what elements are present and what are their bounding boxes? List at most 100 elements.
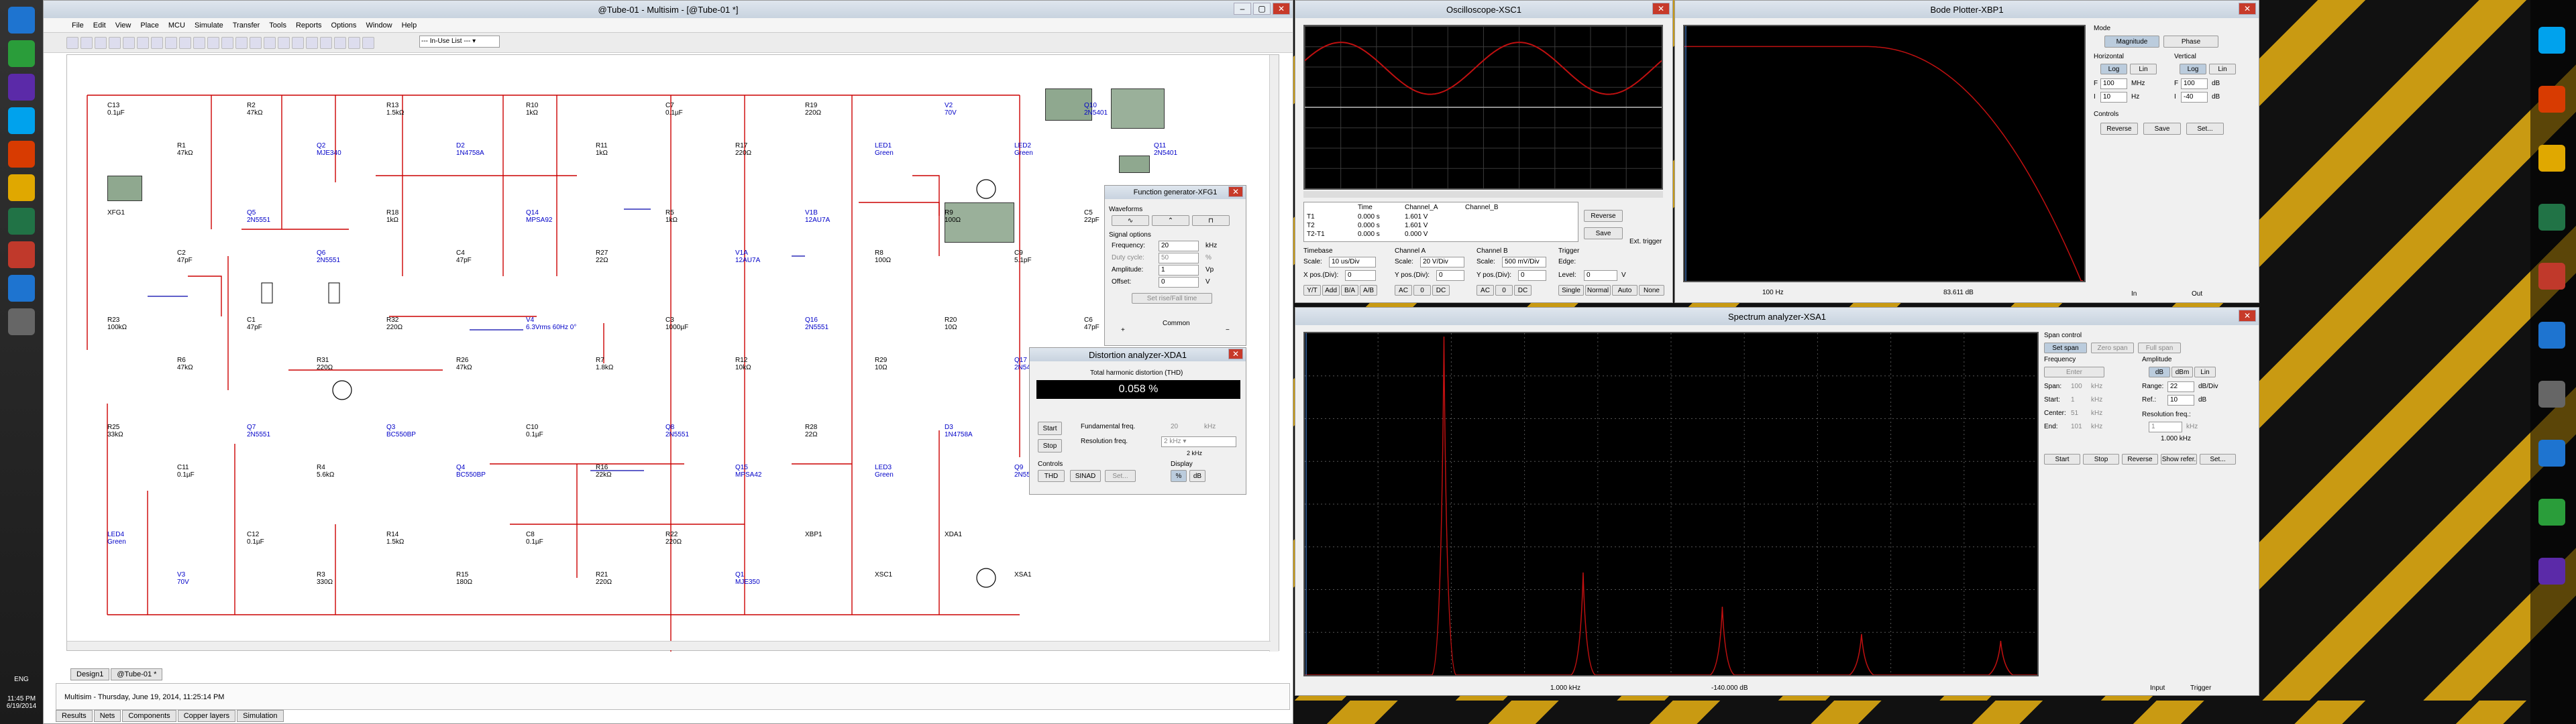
bottom-tab[interactable]: Copper layers bbox=[177, 710, 236, 722]
menu-options[interactable]: Options bbox=[331, 21, 357, 29]
bode-save-button[interactable]: Save bbox=[2143, 123, 2181, 135]
osc-coupling-b-button[interactable]: AC bbox=[1477, 285, 1494, 296]
osc-mode-button[interactable]: Y/T bbox=[1303, 285, 1321, 296]
toolbar-button[interactable] bbox=[165, 36, 177, 49]
schematic-component[interactable]: R10 1kΩ bbox=[526, 102, 538, 117]
osc-screen[interactable] bbox=[1303, 25, 1663, 190]
bottom-tab[interactable]: Nets bbox=[93, 710, 121, 722]
toolbar-button[interactable] bbox=[235, 36, 248, 49]
store-icon[interactable] bbox=[8, 74, 35, 101]
bode-reverse-button[interactable]: Reverse bbox=[2100, 123, 2138, 135]
bottom-tab[interactable]: Results bbox=[56, 710, 93, 722]
menu-place[interactable]: Place bbox=[140, 21, 159, 29]
fg-close-button[interactable]: ✕ bbox=[1228, 186, 1243, 197]
schematic-component[interactable]: LED1 Green bbox=[875, 142, 894, 157]
rise-fall-button[interactable]: Set rise/Fall time bbox=[1132, 293, 1212, 304]
language-indicator[interactable]: ENG bbox=[1, 676, 42, 683]
menu-transfer[interactable]: Transfer bbox=[233, 21, 260, 29]
osc-coupling-button[interactable]: AC bbox=[1395, 285, 1412, 296]
skype-icon[interactable] bbox=[8, 107, 35, 134]
res-freq-select[interactable]: 2 kHz ▾ bbox=[1161, 436, 1236, 447]
toolbar-button[interactable] bbox=[348, 36, 360, 49]
start-value[interactable]: 1 bbox=[2071, 396, 2075, 404]
schematic-component[interactable]: C3 1000µF bbox=[665, 316, 688, 331]
osc-trigger-button[interactable]: Single bbox=[1558, 285, 1584, 296]
timebase-scale-field[interactable]: 10 us/Div bbox=[1329, 257, 1376, 267]
toolbar-button[interactable] bbox=[109, 36, 121, 49]
zero-span-button[interactable]: Zero span bbox=[2091, 343, 2134, 353]
center-value[interactable]: 51 bbox=[2071, 410, 2078, 417]
toolbar-button[interactable] bbox=[334, 36, 346, 49]
vertical-scrollbar[interactable] bbox=[1269, 55, 1279, 652]
desktop-shortcut-icon[interactable] bbox=[2538, 558, 2565, 585]
schematic-component[interactable]: Q5 2N5551 bbox=[247, 209, 270, 224]
desktop-shortcut-icon[interactable] bbox=[2538, 27, 2565, 54]
schematic-component[interactable]: R15 180Ω bbox=[456, 571, 472, 586]
schematic-component[interactable]: V4 6.3Vrms 60Hz 0° bbox=[526, 316, 576, 331]
osc-trigger-button[interactable]: Auto bbox=[1612, 285, 1638, 296]
ccleaner-icon[interactable] bbox=[8, 241, 35, 268]
clock-time[interactable]: 11:45 PM bbox=[1, 695, 42, 703]
schematic-component[interactable]: C2 47pF bbox=[177, 249, 193, 264]
schematic-component[interactable]: R21 220Ω bbox=[596, 571, 612, 586]
schematic-component[interactable]: C10 0.1µF bbox=[526, 424, 543, 438]
bode-titlebar[interactable]: Bode Plotter-XBP1 ✕ bbox=[1675, 1, 2259, 18]
schematic-component[interactable]: Q14 MPSA92 bbox=[526, 209, 552, 224]
sheet-tab[interactable]: Design1 bbox=[70, 668, 110, 680]
files-icon[interactable] bbox=[8, 275, 35, 302]
frequency-field[interactable]: 20 bbox=[1159, 241, 1199, 251]
cha-scale-field[interactable]: 20 V/Div bbox=[1420, 257, 1464, 267]
v-i-unit[interactable]: dB bbox=[2212, 93, 2220, 101]
bode-close-button[interactable]: ✕ bbox=[2239, 3, 2256, 15]
osc-save-button[interactable]: Save bbox=[1584, 227, 1623, 239]
v-f-field[interactable]: 100 bbox=[2181, 78, 2208, 89]
schematic-component[interactable]: D2 1N4758A bbox=[456, 142, 484, 157]
amplitude-field[interactable]: 1 bbox=[1159, 265, 1199, 276]
h-lin-button[interactable]: Lin bbox=[2130, 64, 2157, 74]
bode-set-button[interactable]: Set... bbox=[2186, 123, 2224, 135]
toolbar-button[interactable] bbox=[221, 36, 233, 49]
toolbar-button[interactable] bbox=[137, 36, 149, 49]
sa-close-button[interactable]: ✕ bbox=[2239, 310, 2256, 322]
chb-scale-field[interactable]: 500 mV/Div bbox=[1502, 257, 1546, 267]
xfg1-instrument[interactable] bbox=[107, 176, 142, 201]
osc-mode-button[interactable]: A/B bbox=[1360, 285, 1377, 296]
schematic-component[interactable]: C7 0.1µF bbox=[665, 102, 683, 117]
h-i-field[interactable]: 10 bbox=[2100, 92, 2127, 103]
schematic-component[interactable]: R20 10Ω bbox=[945, 316, 957, 331]
minus-terminal-icon[interactable]: − bbox=[1226, 326, 1230, 334]
da-set-button[interactable]: Set... bbox=[1105, 470, 1136, 482]
chb-ypos-field[interactable]: 0 bbox=[1518, 270, 1546, 281]
schematic-component[interactable]: XFG1 bbox=[107, 209, 125, 217]
amp-dbm-button[interactable]: dBm bbox=[2171, 367, 2193, 377]
horizontal-scrollbar[interactable] bbox=[67, 641, 1271, 650]
h-f-unit[interactable]: MHz bbox=[2131, 80, 2145, 87]
schematic-component[interactable]: XSC1 bbox=[875, 571, 892, 579]
schematic-component[interactable]: R7 1.8kΩ bbox=[596, 357, 613, 371]
desktop-shortcut-icon[interactable] bbox=[2538, 440, 2565, 467]
schematic-component[interactable]: R31 220Ω bbox=[317, 357, 333, 371]
desktop-shortcut-icon[interactable] bbox=[2538, 322, 2565, 349]
schematic-component[interactable]: R19 220Ω bbox=[805, 102, 821, 117]
schematic-component[interactable]: R6 47kΩ bbox=[177, 357, 193, 371]
toolbar-button[interactable] bbox=[193, 36, 205, 49]
sine-wave-button[interactable]: ∿ bbox=[1112, 215, 1149, 226]
schematic-component[interactable]: Q1 MJE350 bbox=[735, 571, 760, 586]
offset-field[interactable]: 0 bbox=[1159, 277, 1199, 288]
schematic-component[interactable]: V1B 12AU7A bbox=[805, 209, 830, 224]
osc-coupling-button[interactable]: DC bbox=[1432, 285, 1450, 296]
folder-icon[interactable] bbox=[8, 174, 35, 201]
schematic-component[interactable]: C8 0.1µF bbox=[526, 531, 543, 546]
schematic-component[interactable]: Q6 2N5551 bbox=[317, 249, 340, 264]
xsc1-instrument[interactable] bbox=[1111, 88, 1165, 129]
minimize-button[interactable]: – bbox=[1234, 3, 1251, 15]
desktop-shortcut-icon[interactable] bbox=[2538, 263, 2565, 290]
plus-terminal-icon[interactable]: + bbox=[1121, 326, 1125, 334]
v-lin-button[interactable]: Lin bbox=[2209, 64, 2236, 74]
h-f-field[interactable]: 100 bbox=[2100, 78, 2127, 89]
span-value[interactable]: 100 bbox=[2071, 383, 2082, 390]
sa-reverse-button[interactable]: Reverse bbox=[2122, 454, 2158, 465]
amp-db-button[interactable]: dB bbox=[2149, 367, 2170, 377]
schematic-component[interactable]: R1 47kΩ bbox=[177, 142, 193, 157]
schematic-component[interactable]: C1 47pF bbox=[247, 316, 262, 331]
